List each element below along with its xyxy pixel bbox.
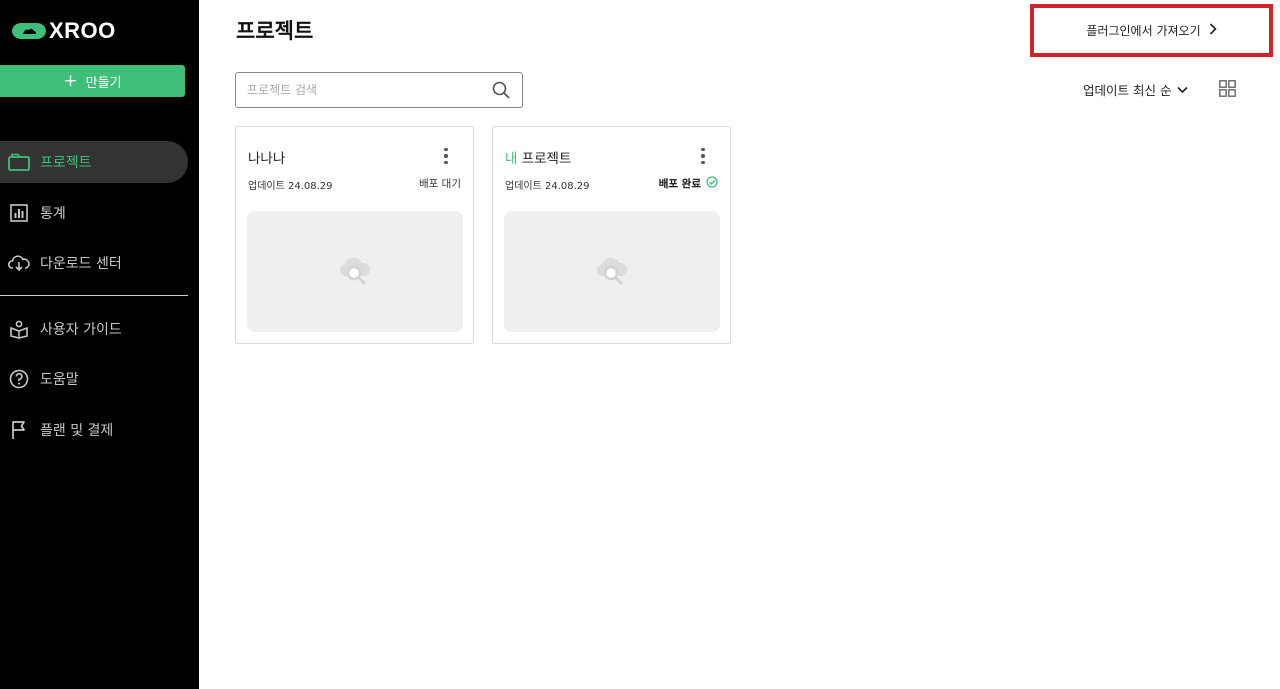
more-options-icon[interactable]: [696, 147, 710, 165]
project-search: [235, 72, 523, 108]
search-icon[interactable]: [492, 81, 510, 103]
grid-view-icon[interactable]: [1219, 80, 1236, 101]
sidebar: XROO + 만들기 프로젝트 통계 다운로드 센터 사용자 가이드 도움말 플…: [0, 0, 199, 689]
create-button-label: 만들기: [85, 75, 122, 91]
sidebar-item-plans-billing[interactable]: 플랜 및 결제: [0, 409, 188, 451]
project-updated-date: 업데이트 24.08.29: [248, 181, 333, 192]
chevron-down-icon: [1177, 82, 1189, 97]
check-circle-icon: [706, 176, 718, 191]
project-updated-date: 업데이트 24.08.29: [505, 181, 590, 192]
project-status: 배포 완료: [659, 176, 718, 191]
brand-logo[interactable]: XROO: [12, 18, 116, 43]
brand-name: XROO: [49, 18, 116, 43]
sidebar-item-label: 다운로드 센터: [40, 256, 122, 272]
search-input[interactable]: [247, 83, 482, 97]
flag-icon: [8, 419, 30, 441]
folder-icon: [8, 151, 30, 173]
more-options-icon[interactable]: [439, 147, 453, 165]
thumbnail-placeholder-icon: [340, 257, 371, 284]
sort-label: 업데이트 최신 순: [1083, 83, 1172, 98]
guide-book-icon: [8, 318, 30, 340]
import-button-label: 플러그인에서 가져오기: [1086, 24, 1201, 38]
sidebar-item-label: 플랜 및 결제: [40, 423, 114, 439]
sidebar-item-download-center[interactable]: 다운로드 센터: [0, 242, 188, 284]
plus-icon: +: [63, 70, 78, 91]
cloud-download-icon: [8, 252, 30, 274]
project-thumbnail[interactable]: [504, 211, 720, 332]
thumbnail-placeholder-icon: [597, 257, 628, 284]
chevron-right-icon: [1209, 22, 1217, 39]
help-circle-icon: [8, 368, 30, 390]
cloud-logo-icon: [12, 23, 46, 39]
import-from-plugin-button[interactable]: 플러그인에서 가져오기: [1030, 4, 1273, 57]
bar-chart-icon: [8, 202, 30, 224]
sidebar-item-help[interactable]: 도움말: [0, 358, 188, 400]
sidebar-item-projects[interactable]: 프로젝트: [0, 141, 188, 183]
page-title: 프로젝트: [236, 19, 314, 43]
create-button[interactable]: + 만들기: [0, 65, 185, 97]
sidebar-divider: [0, 295, 188, 296]
sidebar-item-label: 프로젝트: [40, 155, 92, 171]
sidebar-item-user-guide[interactable]: 사용자 가이드: [0, 308, 188, 350]
project-thumbnail[interactable]: [247, 211, 463, 332]
project-card[interactable]: 내 프로젝트 업데이트 24.08.29 배포 완료: [492, 126, 731, 344]
sort-dropdown[interactable]: 업데이트 최신 순: [1083, 80, 1189, 99]
sidebar-item-label: 통계: [40, 206, 66, 222]
sidebar-item-statistics[interactable]: 통계: [0, 192, 188, 234]
project-status: 배포 대기: [419, 178, 461, 190]
project-title: 내 프로젝트: [505, 151, 572, 167]
sidebar-item-label: 사용자 가이드: [40, 322, 122, 338]
project-title: 나나나: [248, 151, 286, 167]
sidebar-item-label: 도움말: [40, 372, 79, 388]
project-card[interactable]: 나나나 업데이트 24.08.29 배포 대기: [235, 126, 474, 344]
